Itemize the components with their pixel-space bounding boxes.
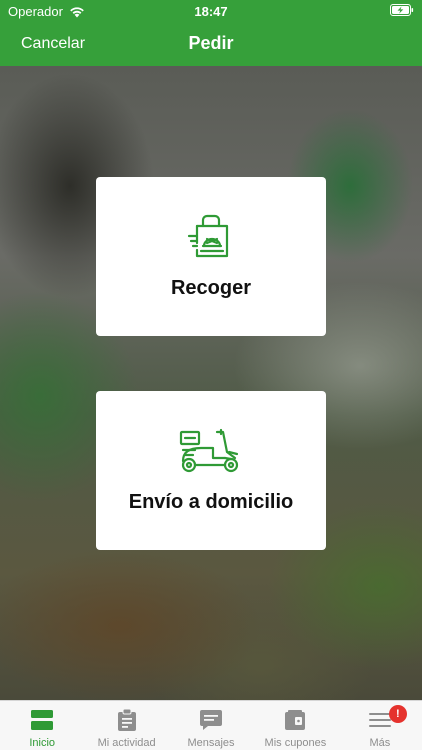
pickup-option-label: Recoger <box>170 277 252 299</box>
tab-bar: Inicio Mi actividad Mensajes Mis cupones… <box>0 700 422 750</box>
header: Operador 18:47 Cancelar Pedir <box>0 0 422 66</box>
delivery-option-card[interactable]: Envío a domicilio <box>96 391 326 550</box>
blurred-background <box>0 66 422 700</box>
delivery-scooter-icon <box>179 428 243 479</box>
wallet-icon <box>285 709 306 731</box>
notification-badge: ! <box>388 705 407 723</box>
tab-my-activity-label: Mi actividad <box>97 737 156 749</box>
tab-my-coupons-label: Mis cupones <box>264 737 327 749</box>
status-time: 18:47 <box>194 4 228 19</box>
navigation-bar: Cancelar Pedir <box>0 22 422 66</box>
status-bar: Operador 18:47 <box>0 0 422 22</box>
tab-home[interactable]: Inicio <box>0 701 84 750</box>
home-icon <box>31 709 54 731</box>
delivery-option-label: Envío a domicilio <box>128 491 294 513</box>
tab-messages-label: Mensajes <box>187 737 235 749</box>
battery-charging-icon <box>390 4 414 16</box>
message-icon <box>200 709 223 731</box>
tab-more[interactable]: ! Más <box>338 701 422 750</box>
tab-home-label: Inicio <box>29 737 56 749</box>
page-title: Pedir <box>188 33 234 53</box>
clipboard-icon <box>117 709 136 731</box>
pickup-bag-icon <box>187 212 235 265</box>
pickup-option-card[interactable]: Recoger <box>96 177 326 336</box>
tab-messages[interactable]: Mensajes <box>169 701 253 750</box>
tab-my-activity[interactable]: Mi actividad <box>84 701 168 750</box>
tab-my-coupons[interactable]: Mis cupones <box>253 701 337 750</box>
menu-icon <box>368 709 391 731</box>
tab-more-label: Más <box>369 737 391 749</box>
